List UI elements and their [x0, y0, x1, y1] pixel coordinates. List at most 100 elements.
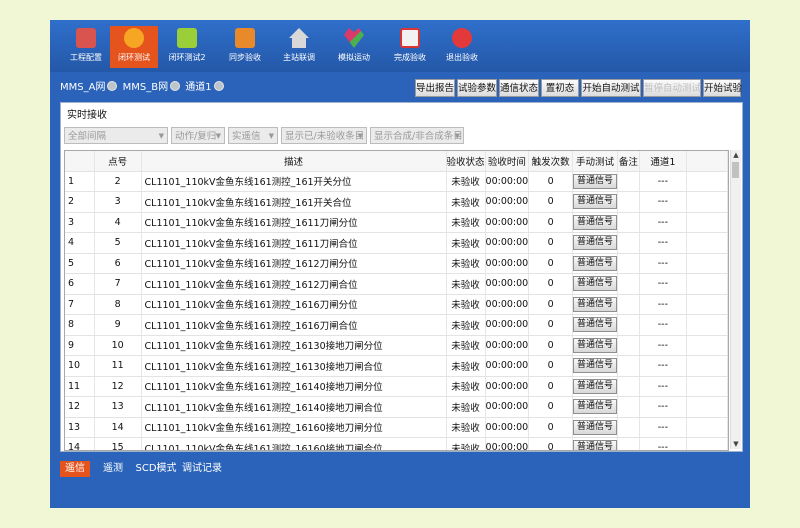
normal-signal-button[interactable]: 普通信号	[572, 214, 617, 230]
exit-icon	[452, 28, 472, 48]
time-cell: 00:00:00	[485, 212, 530, 233]
tab-debug-log[interactable]: 调试记录	[180, 461, 224, 477]
toolbar-item-master-station[interactable]: 主站联调	[275, 26, 323, 68]
table-row[interactable]: 14 15 CL1101_110kV金鱼东线161测控_16160接地刀闸合位 未验收…	[65, 437, 728, 450]
note-cell	[617, 171, 640, 192]
count-cell: 0	[528, 355, 573, 377]
row-index: 10	[65, 355, 95, 377]
toolbar-item-loop-test[interactable]: 闭环测试	[110, 26, 158, 68]
header-time[interactable]: 验收时间	[485, 151, 530, 172]
header-description[interactable]: 描述	[141, 151, 447, 172]
set-initial-button[interactable]: 置初态	[541, 79, 579, 97]
channel1-cell: ---	[639, 355, 687, 377]
scroll-down-icon[interactable]: ▼	[731, 439, 741, 449]
table-row[interactable]: 2 3 CL1101_110kV金鱼东线161测控_161开关合位 未验收 00:00:…	[65, 191, 728, 213]
normal-signal-button[interactable]: 普通信号	[572, 173, 617, 189]
table-body: 1 2 CL1101_110kV金鱼东线161测控_161开关分位 未验收 00:00:…	[65, 171, 728, 450]
export-report-button[interactable]: 导出报告	[415, 79, 455, 97]
normal-signal-button[interactable]: 普通信号	[572, 317, 617, 333]
table-row[interactable]: 4 5 CL1101_110kV金鱼东线161测控_1611刀闸合位 未验收 00:00…	[65, 232, 728, 254]
tab-remote-measure[interactable]: 遥测	[98, 461, 128, 477]
note-cell	[617, 376, 640, 397]
table-row[interactable]: 12 13 CL1101_110kV金鱼东线161测控_16140接地刀闸合位 未验收…	[65, 396, 728, 418]
normal-signal-button[interactable]: 普通信号	[572, 296, 617, 312]
time-cell: 00:00:00	[485, 417, 530, 438]
normal-signal-button[interactable]: 普通信号	[572, 440, 617, 450]
channel1-cell: ---	[639, 253, 687, 274]
scroll-up-icon[interactable]: ▲	[731, 150, 741, 160]
manual-test-cell: 普通信号	[572, 212, 618, 233]
filler-cell	[686, 212, 728, 233]
normal-signal-button[interactable]: 普通信号	[572, 378, 617, 394]
tab-scd-mode[interactable]: SCD模式	[134, 461, 178, 477]
note-cell	[617, 437, 640, 450]
normal-signal-button[interactable]: 普通信号	[572, 235, 617, 251]
normal-signal-button[interactable]: 普通信号	[572, 194, 617, 210]
pause-auto-test-button[interactable]: 暂停自动测试	[643, 79, 701, 97]
toolbar-item-complete[interactable]: 完成验收	[386, 26, 434, 68]
manual-test-cell: 普通信号	[572, 437, 618, 450]
count-cell: 0	[528, 171, 573, 192]
toolbar-item-simulate[interactable]: 模拟运动	[330, 26, 378, 68]
point-cell: 10	[94, 335, 142, 356]
header-status[interactable]: 验收状态	[446, 151, 486, 172]
header-channel1[interactable]: 通道1	[639, 151, 687, 172]
normal-signal-button[interactable]: 普通信号	[572, 399, 617, 415]
status-cell: 未验收	[446, 232, 486, 254]
test-params-button[interactable]: 试验参数	[457, 79, 497, 97]
normal-signal-button[interactable]: 普通信号	[572, 337, 617, 353]
toolbar-item-label: 完成验收	[394, 53, 426, 62]
tab-remote-signal[interactable]: 遥信	[60, 461, 90, 477]
filler-cell	[686, 355, 728, 377]
start-auto-test-button[interactable]: 开始自动测试	[581, 79, 641, 97]
count-cell: 0	[528, 335, 573, 356]
normal-signal-button[interactable]: 普通信号	[572, 358, 617, 374]
table-row[interactable]: 9 10 CL1101_110kV金鱼东线161测控_16130接地刀闸分位 未验收 0…	[65, 335, 728, 356]
table-row[interactable]: 6 7 CL1101_110kV金鱼东线161测控_1612刀闸合位 未验收 00:00…	[65, 273, 728, 295]
header-filler	[686, 151, 728, 172]
vertical-scrollbar[interactable]: ▲ ▼	[730, 150, 741, 449]
scroll-thumb[interactable]	[732, 162, 739, 178]
header-count[interactable]: 触发次数	[528, 151, 573, 172]
table-row[interactable]: 8 9 CL1101_110kV金鱼东线161测控_1616刀闸合位 未验收 00:00…	[65, 314, 728, 336]
table-row[interactable]: 3 4 CL1101_110kV金鱼东线161测控_1611刀闸分位 未验收 00:00…	[65, 212, 728, 233]
point-cell: 12	[94, 376, 142, 397]
filler-cell	[686, 171, 728, 192]
manual-test-cell: 普通信号	[572, 294, 618, 315]
toolbar-item-loop-test2[interactable]: 闭环测试2	[163, 26, 211, 68]
signal-type-filter[interactable]: 实遥信 ▼	[228, 127, 278, 144]
point-cell: 4	[94, 212, 142, 233]
chevron-down-icon: ▼	[454, 132, 460, 140]
description-cell: CL1101_110kV金鱼东线161测控_16160接地刀闸合位	[141, 437, 447, 450]
note-cell	[617, 253, 640, 274]
chevron-down-icon: ▼	[268, 132, 274, 140]
normal-signal-button[interactable]: 普通信号	[572, 255, 617, 271]
toolbar-item-exit[interactable]: 退出验收	[438, 26, 486, 68]
normal-signal-button[interactable]: 普通信号	[572, 276, 617, 292]
filler-cell	[686, 437, 728, 450]
table-row[interactable]: 10 11 CL1101_110kV金鱼东线161测控_16130接地刀闸合位 未验收…	[65, 355, 728, 377]
table-row[interactable]: 1 2 CL1101_110kV金鱼东线161测控_161开关分位 未验收 00:00:…	[65, 171, 728, 192]
interval-filter[interactable]: 全部间隔 ▼	[64, 127, 168, 144]
toolbar-item-project-config[interactable]: 工程配置	[62, 26, 110, 68]
table-row[interactable]: 11 12 CL1101_110kV金鱼东线161测控_16140接地刀闸分位 未验收…	[65, 376, 728, 397]
filler-cell	[686, 417, 728, 438]
point-cell: 11	[94, 355, 142, 377]
comm-status-button[interactable]: 通信状态	[499, 79, 539, 97]
header-manual-test[interactable]: 手动测试	[572, 151, 618, 172]
table-row[interactable]: 7 8 CL1101_110kV金鱼东线161测控_1616刀闸分位 未验收 00:00…	[65, 294, 728, 315]
header-note[interactable]: 备注	[617, 151, 640, 172]
note-cell	[617, 396, 640, 418]
status-cell: 未验收	[446, 191, 486, 213]
table-row[interactable]: 13 14 CL1101_110kV金鱼东线161测控_16160接地刀闸分位 未验收…	[65, 417, 728, 438]
table-row[interactable]: 5 6 CL1101_110kV金鱼东线161测控_1612刀闸分位 未验收 00:00…	[65, 253, 728, 274]
accept-state-filter[interactable]: 显示已/未验收条目 ▼	[281, 127, 367, 144]
action-filter[interactable]: 动作/复归 ▼	[171, 127, 225, 144]
composite-filter[interactable]: 显示合成/非合成条目 ▼	[370, 127, 464, 144]
header-point[interactable]: 点号	[94, 151, 142, 172]
normal-signal-button[interactable]: 普通信号	[572, 419, 617, 435]
start-test-button[interactable]: 开始试验	[703, 79, 742, 97]
manual-test-cell: 普通信号	[572, 376, 618, 397]
filler-cell	[686, 191, 728, 213]
toolbar-item-sync-accept[interactable]: 同步验收	[221, 26, 269, 68]
